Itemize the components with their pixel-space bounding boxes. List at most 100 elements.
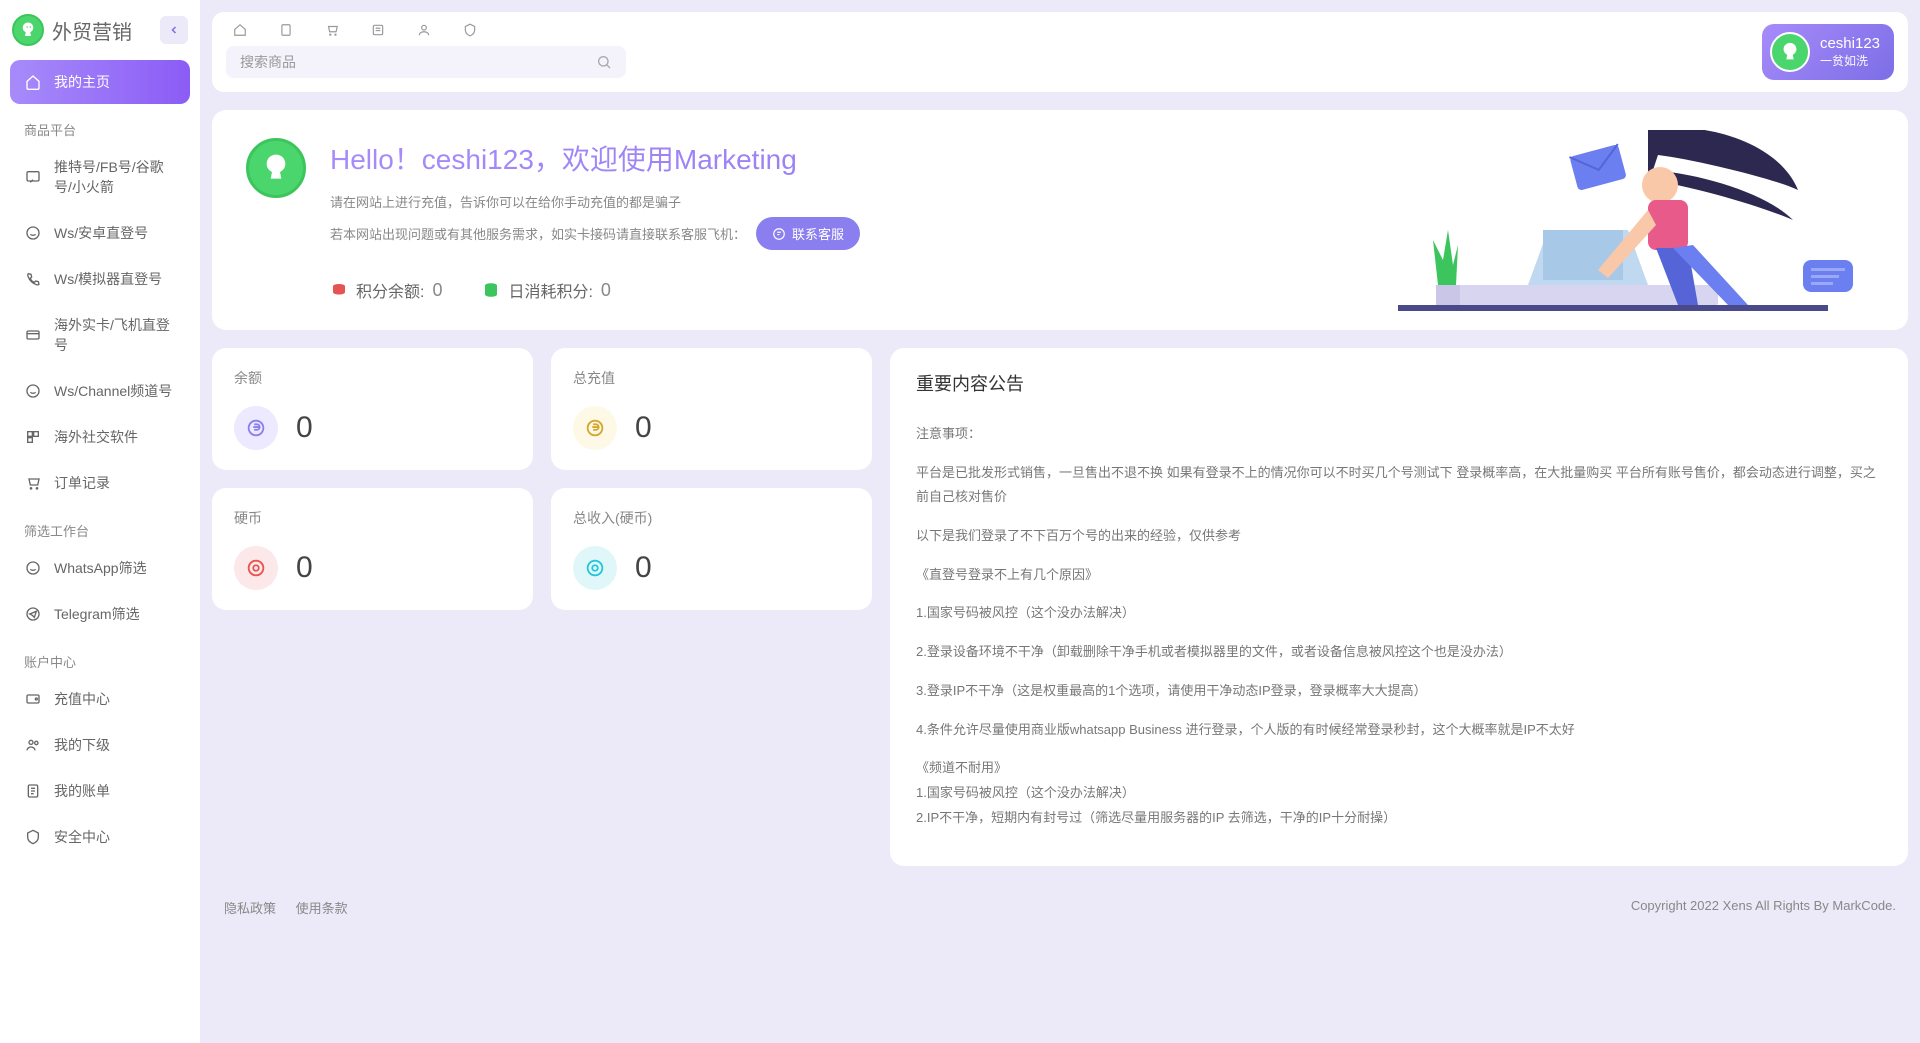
top-icon-row: [226, 18, 1894, 46]
nav-item-label: Telegram筛选: [54, 604, 140, 624]
nav-group-title: 筛选工作台: [10, 507, 190, 546]
announcement-paragraph: 注意事项：: [916, 422, 1882, 447]
announcement-body: 注意事项： 平台是已批发形式销售，一旦售出不退不换 如果有登录不上的情况你可以不时…: [916, 422, 1882, 830]
nav-item[interactable]: 我的账单: [10, 769, 190, 813]
nav-item[interactable]: 安全中心: [10, 815, 190, 859]
card-value: 0: [296, 551, 313, 585]
sidebar: 外贸营销 我的主页 商品平台推特号/FB号/谷歌号/小火箭 Ws/安卓直登号 Ws/…: [0, 0, 200, 1043]
card-icon: [234, 406, 278, 450]
nav-item-label: Ws/安卓直登号: [54, 223, 148, 243]
contact-support-button[interactable]: 联系客服: [756, 217, 860, 250]
nav-group-title: 账户中心: [10, 638, 190, 677]
user-name: ceshi123: [1820, 34, 1880, 54]
doc-icon[interactable]: [278, 22, 294, 38]
card-title: 总充值: [573, 368, 850, 388]
footer-privacy-link[interactable]: 隐私政策: [224, 901, 276, 916]
hero-card: Hello！ceshi123，欢迎使用Marketing 请在网站上进行充值，告…: [212, 110, 1908, 330]
nav-item-label: 我的账单: [54, 781, 110, 801]
user-badge[interactable]: ceshi123 一贫如洗: [1762, 24, 1894, 80]
nav-item[interactable]: Ws/模拟器直登号: [10, 257, 190, 301]
database-icon: [482, 281, 500, 299]
user-avatar: [1770, 32, 1810, 72]
whatsapp-icon: [24, 382, 42, 400]
stat1-label: 积分余额:: [356, 278, 424, 302]
shield-icon: [24, 828, 42, 846]
nav-item[interactable]: WhatsApp筛选: [10, 546, 190, 590]
nav-item-label: 推特号/FB号/谷歌号/小火箭: [54, 157, 176, 197]
nav-item[interactable]: Ws/Channel频道号: [10, 369, 190, 413]
brand-logo: [12, 14, 44, 46]
card-icon: [234, 546, 278, 590]
nav-item[interactable]: 海外社交软件: [10, 415, 190, 459]
user-icon[interactable]: [416, 22, 432, 38]
nav-item-label: 安全中心: [54, 827, 110, 847]
sidebar-header: 外贸营销: [0, 0, 200, 60]
nav-item-label: Ws/模拟器直登号: [54, 269, 162, 289]
announcement-paragraph: 平台是已批发形式销售，一旦售出不退不换 如果有登录不上的情况你可以不时买几个号测…: [916, 461, 1882, 510]
stats-cards-grid: 余额0总充值0硬币0总收入(硬币)0: [212, 348, 872, 610]
nav-item-label: WhatsApp筛选: [54, 558, 147, 578]
bill-icon: [24, 782, 42, 800]
nav-item[interactable]: 我的下级: [10, 723, 190, 767]
app-icon: [24, 428, 42, 446]
coins-icon: [330, 281, 348, 299]
stat-points-balance: 积分余额: 0: [330, 278, 442, 302]
nav-group-title: 商品平台: [10, 106, 190, 145]
hero-line2: 若本网站出现问题或有其他服务需求，如实卡接码请直接联系客服飞机：: [330, 224, 746, 243]
user-subtitle: 一贫如洗: [1820, 54, 1880, 70]
stat-card: 总收入(硬币)0: [551, 488, 872, 610]
content-row: 余额0总充值0硬币0总收入(硬币)0 重要内容公告 注意事项：平台是已批发形式销…: [212, 348, 1908, 866]
announcement-paragraph: 2.登录设备环境不干净（卸载删除干净手机或者模拟器里的文件，或者设备信息被风控这…: [916, 640, 1882, 665]
search-input[interactable]: [240, 54, 596, 70]
whatsapp-icon: [24, 559, 42, 577]
nav-item[interactable]: Telegram筛选: [10, 592, 190, 636]
users-icon: [24, 736, 42, 754]
stat-card: 余额 0: [212, 348, 533, 470]
nav-item[interactable]: Ws/安卓直登号: [10, 211, 190, 255]
footer: 隐私政策 使用条款 Copyright 2022 Xens All Rights…: [212, 890, 1908, 925]
card-icon: [573, 406, 617, 450]
nav-item-label: 我的下级: [54, 735, 110, 755]
stat2-value: 0: [601, 280, 611, 301]
cart-icon[interactable]: [324, 22, 340, 38]
nav-item-label: 海外实卡/飞机直登号: [54, 315, 176, 355]
phone-icon: [24, 270, 42, 288]
card-title: 总收入(硬币): [573, 508, 850, 528]
hero-title: Hello！ceshi123，欢迎使用Marketing: [330, 138, 1874, 178]
shield-icon[interactable]: [462, 22, 478, 38]
nav-item-label: 充值中心: [54, 689, 110, 709]
list-icon[interactable]: [370, 22, 386, 38]
search-icon[interactable]: [596, 54, 612, 70]
home-icon: [24, 73, 42, 91]
nav-item-label: 海外社交软件: [54, 427, 138, 447]
stat1-value: 0: [432, 280, 442, 301]
announcement-paragraph: 《直登号登录不上有几个原因》: [916, 563, 1882, 588]
stat-card: 硬币0: [212, 488, 533, 610]
nav-item[interactable]: 充值中心: [10, 677, 190, 721]
search-wrap: [226, 46, 626, 78]
card-title: 余额: [234, 368, 511, 388]
collapse-sidebar-button[interactable]: [160, 16, 188, 44]
nav-item-label: Ws/Channel频道号: [54, 381, 172, 401]
stat-card: 总充值0: [551, 348, 872, 470]
card-value: 0: [296, 411, 313, 445]
chat-icon: [24, 168, 42, 186]
topbar: ceshi123 一贫如洗: [212, 12, 1908, 92]
home-icon[interactable]: [232, 22, 248, 38]
nav-item[interactable]: 推特号/FB号/谷歌号/小火箭: [10, 145, 190, 209]
telegram-icon: [24, 605, 42, 623]
brand-name: 外贸营销: [52, 16, 152, 45]
footer-terms-link[interactable]: 使用条款: [296, 901, 348, 916]
hero-line1: 请在网站上进行充值，告诉你可以在给你手动充值的都是骗子: [330, 192, 1874, 211]
announcement-paragraph: 《频道不耐用》 1.国家号码被风控（这个没办法解决） 2.IP不干净，短期内有封…: [916, 756, 1882, 830]
nav-item[interactable]: 海外实卡/飞机直登号: [10, 303, 190, 367]
stat2-label: 日消耗积分:: [508, 278, 592, 302]
announcement-paragraph: 以下是我们登录了不下百万个号的出来的经验，仅供参考: [916, 524, 1882, 549]
nav-home[interactable]: 我的主页: [10, 60, 190, 104]
announcement-title: 重要内容公告: [916, 370, 1882, 396]
announcement-panel: 重要内容公告 注意事项： 平台是已批发形式销售，一旦售出不退不换 如果有登录不上的…: [890, 348, 1908, 866]
stat-daily-consumed: 日消耗积分: 0: [482, 278, 610, 302]
footer-copyright: Copyright 2022 Xens All Rights By MarkCo…: [1631, 898, 1896, 917]
nav-item[interactable]: 订单记录: [10, 461, 190, 505]
hero-avatar: [246, 138, 306, 198]
